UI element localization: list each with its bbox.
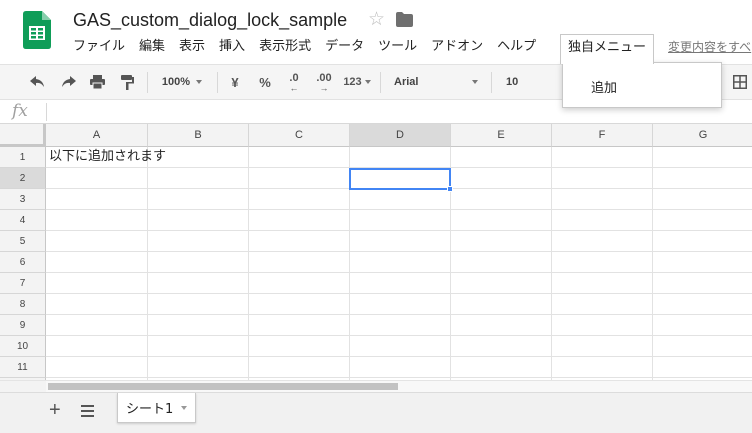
sheet-tab-bar: + シート1 [0, 392, 752, 433]
spreadsheet-grid: A B C D E F G 1 2 3 4 5 6 7 8 9 10 11 以下… [0, 124, 752, 380]
menu-file[interactable]: ファイル [66, 36, 132, 58]
toolbar-divider [491, 72, 492, 93]
print-icon[interactable] [86, 65, 108, 99]
chevron-down-icon[interactable] [181, 405, 188, 410]
percent-label: % [259, 74, 271, 90]
borders-icon[interactable] [730, 65, 750, 99]
row-header-3[interactable]: 3 [0, 189, 46, 210]
number-format-select[interactable]: 123 [340, 65, 374, 99]
all-sheets-icon[interactable] [81, 405, 94, 417]
chevron-down-icon [472, 80, 478, 84]
sheet-tab[interactable]: シート1 [117, 393, 197, 423]
document-title[interactable]: GAS_custom_dialog_lock_sample [73, 10, 347, 31]
font-size-select[interactable]: 10 [498, 65, 554, 99]
formula-divider [46, 103, 47, 121]
custom-menu-dropdown: 追加 [562, 62, 722, 108]
active-cell-selection[interactable] [349, 168, 451, 190]
currency-format-button[interactable]: ¥ [225, 65, 245, 99]
fill-handle[interactable] [447, 186, 453, 192]
font-family-select[interactable]: Arial [388, 65, 484, 99]
sheets-logo-icon[interactable] [23, 11, 51, 49]
decrease-decimal-button[interactable]: .0 ← [283, 65, 305, 99]
scrollbar-thumb[interactable] [48, 383, 398, 390]
horizontal-scrollbar[interactable] [46, 380, 752, 392]
sheet-tab-label: シート1 [126, 402, 174, 417]
menu-data[interactable]: データ [318, 36, 371, 58]
column-header-f[interactable]: F [552, 124, 653, 147]
column-header-e[interactable]: E [451, 124, 552, 147]
row-header-6[interactable]: 6 [0, 252, 46, 273]
toolbar-divider [147, 72, 148, 93]
percent-format-button[interactable]: % [254, 65, 276, 99]
row-header-7[interactable]: 7 [0, 273, 46, 294]
zoom-select[interactable]: 100% [154, 65, 210, 99]
zoom-value: 100% [161, 76, 191, 88]
menu-insert[interactable]: 挿入 [212, 36, 252, 58]
menu-edit[interactable]: 編集 [132, 36, 172, 58]
chevron-down-icon [196, 80, 203, 84]
column-header-b[interactable]: B [148, 124, 249, 147]
font-family-value: Arial [394, 76, 419, 88]
row-header-1[interactable]: 1 [0, 147, 46, 168]
column-header-c[interactable]: C [249, 124, 350, 147]
toolbar-divider [380, 72, 381, 93]
menu-help[interactable]: ヘルプ [490, 36, 543, 58]
star-icon[interactable]: ☆ [368, 9, 385, 31]
paint-format-icon[interactable] [116, 65, 138, 99]
menu-addons[interactable]: アドオン [424, 36, 490, 58]
menu-format[interactable]: 表示形式 [252, 36, 318, 58]
font-size-value: 10 [506, 76, 519, 88]
increase-decimal-button[interactable]: .00 → [312, 65, 336, 99]
row-header-10[interactable]: 10 [0, 336, 46, 357]
number-format-label: 123 [343, 76, 362, 88]
row-header-4[interactable]: 4 [0, 210, 46, 231]
row-header-8[interactable]: 8 [0, 294, 46, 315]
row-header-9[interactable]: 9 [0, 315, 46, 336]
add-sheet-icon[interactable]: + [49, 400, 61, 420]
folder-icon[interactable] [396, 12, 413, 27]
menu-view[interactable]: 表示 [172, 36, 212, 58]
arrow-left-icon: ← [289, 82, 299, 93]
dropdown-item-add[interactable]: 追加 [591, 77, 617, 96]
fx-icon: fx [12, 101, 28, 121]
column-header-a[interactable]: A [46, 124, 148, 147]
menu-bar: ファイル 編集 表示 挿入 表示形式 データ ツール アドオン ヘルプ [66, 36, 543, 58]
toolbar-divider [217, 72, 218, 93]
menu-custom[interactable]: 独自メニュー [560, 34, 655, 64]
cell-a1[interactable]: 以下に追加されます [46, 147, 166, 168]
decrease-decimal-label: .0 [289, 71, 299, 84]
column-header-g[interactable]: G [653, 124, 752, 147]
row-header-11[interactable]: 11 [0, 357, 46, 378]
scrollbar-spacer [0, 380, 46, 392]
increase-decimal-label: .00 [316, 71, 332, 84]
row-header-2[interactable]: 2 [0, 168, 46, 189]
redo-icon[interactable] [56, 65, 80, 99]
arrow-right-icon: → [319, 82, 329, 93]
menu-tools[interactable]: ツール [371, 36, 424, 58]
last-edit-link[interactable]: 変更内容をすべ [668, 38, 751, 55]
currency-label: ¥ [231, 74, 239, 90]
undo-icon[interactable] [26, 65, 50, 99]
column-header-d[interactable]: D [350, 124, 451, 147]
chevron-down-icon [364, 80, 371, 84]
select-all-corner[interactable] [0, 124, 46, 147]
row-header-5[interactable]: 5 [0, 231, 46, 252]
